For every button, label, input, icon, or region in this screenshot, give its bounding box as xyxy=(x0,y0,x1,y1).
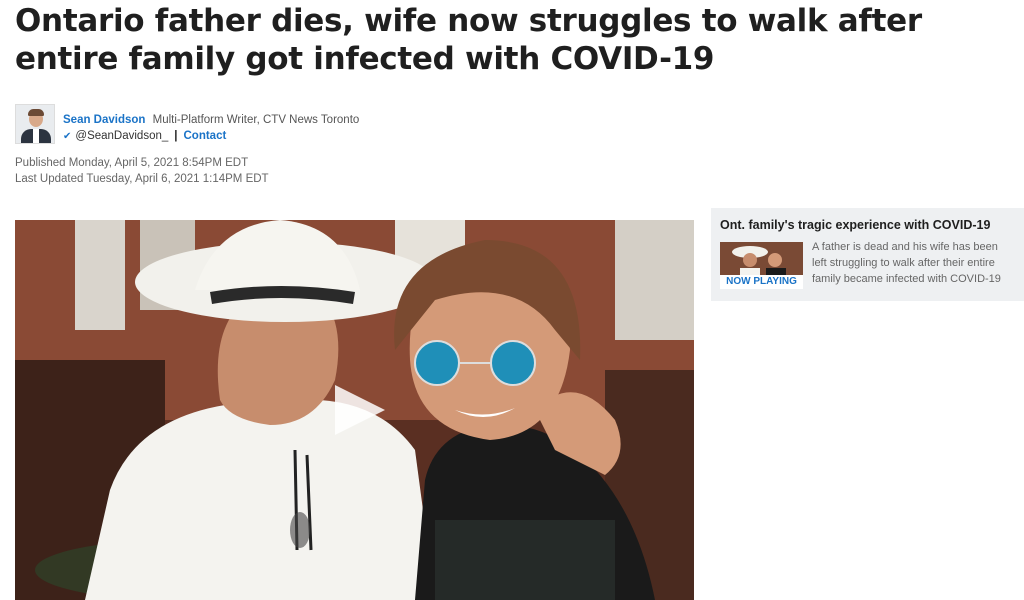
byline: Sean Davidson Multi-Platform Writer, CTV… xyxy=(15,104,359,146)
now-playing-badge: NOW PLAYING xyxy=(720,275,803,289)
related-video-description: A father is dead and his wife has been l… xyxy=(812,241,1001,285)
related-video-panel[interactable]: Ont. family's tragic experience with COV… xyxy=(711,208,1024,301)
author-avatar[interactable] xyxy=(15,104,55,144)
author-name-link[interactable]: Sean Davidson xyxy=(63,114,145,126)
related-video-title[interactable]: Ont. family's tragic experience with COV… xyxy=(720,218,990,232)
author-info: Sean Davidson Multi-Platform Writer, CTV… xyxy=(63,113,359,144)
video-player[interactable] xyxy=(15,220,694,600)
published-timestamp: Published Monday, April 5, 2021 8:54PM E… xyxy=(15,157,249,169)
watermark: 51yi mi nDIY. com xyxy=(834,572,996,600)
timestamps: Published Monday, April 5, 2021 8:54PM E… xyxy=(15,155,269,187)
article-headline: Ontario father dies, wife now struggles … xyxy=(15,3,922,77)
video-thumbnail xyxy=(15,220,694,600)
updated-timestamp: Last Updated Tuesday, April 6, 2021 1:14… xyxy=(15,173,269,185)
separator: | xyxy=(174,130,178,142)
contact-link[interactable]: Contact xyxy=(183,129,226,144)
author-title: Multi-Platform Writer, CTV News Toronto xyxy=(152,114,360,126)
twitter-icon[interactable]: ✔ xyxy=(63,129,71,144)
twitter-handle-link[interactable]: @SeanDavidson_ xyxy=(75,129,168,144)
author-social-row: ✔ @SeanDavidson_ | Contact xyxy=(63,129,359,144)
